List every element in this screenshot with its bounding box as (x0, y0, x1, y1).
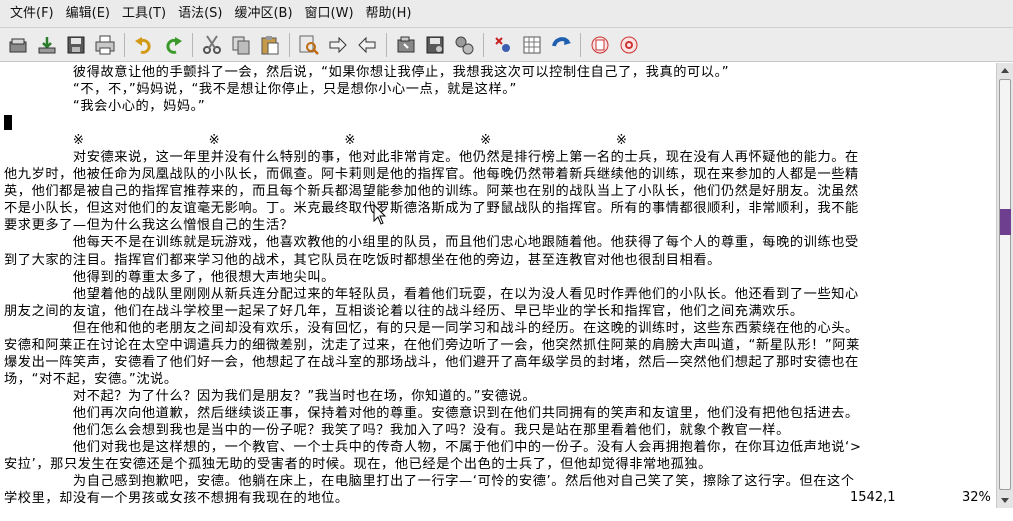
text-line[interactable]: 但在他和他的老朋友之间却没有欢乐，没有回忆，有的只是一同学习和战斗的经历。在这晚… (4, 320, 994, 337)
text-cursor (4, 115, 12, 131)
open-button[interactable] (4, 31, 31, 58)
toolbar-separator (192, 32, 193, 57)
text-line[interactable]: 要求更多了—但为什么我这么憎恨自己的生活？ (4, 217, 994, 234)
shell-button[interactable] (518, 31, 545, 58)
run-script-button[interactable] (450, 31, 477, 58)
scroll-up-icon[interactable] (999, 65, 1011, 77)
toolbar-separator (580, 32, 581, 57)
menu-syntax[interactable]: 语法(S) (172, 0, 228, 28)
text-line[interactable]: 安拉’，那只发生在安德还是个孤独无助的受害者的时候。现在，他已经是个出色的士兵了… (4, 456, 994, 473)
find-next-button[interactable] (324, 31, 351, 58)
mouse-pointer-icon (373, 204, 387, 225)
save-all-button[interactable] (62, 31, 89, 58)
find-next-icon (329, 36, 347, 53)
text-line[interactable]: 对不起？为了什么？因为我们是朋友？”我当时也在场，你知道的。”安德说。 (4, 388, 994, 405)
run-ctags-icon (551, 36, 571, 47)
text-line[interactable]: 他们对我也是这样想的，一个教官、一个士兵中的传奇人物，不属于他们中的一份子。没有… (4, 439, 994, 456)
redo-button[interactable] (159, 31, 186, 58)
run-script-icon (455, 36, 473, 54)
open-icon (9, 38, 26, 52)
menu-edit[interactable]: 编辑(E) (60, 0, 116, 28)
save-button[interactable] (33, 31, 60, 58)
vertical-scrollbar[interactable] (996, 63, 1013, 508)
find-replace-button[interactable] (295, 31, 322, 58)
help-button[interactable] (586, 31, 613, 58)
text-line[interactable]: 彼得故意让他的手颤抖了一会，然后说，“如果你想让我停止，我想我这次可以控制住自己… (4, 64, 994, 81)
scroll-down-icon[interactable] (999, 494, 1011, 506)
toolbar-separator (124, 32, 125, 57)
toolbar-separator (289, 32, 290, 57)
text-line[interactable]: 不是小队长，但这对他们的友谊毫无影响。丁。米克最终取代罗斯德洛斯成为了野鼠战队的… (4, 200, 994, 217)
find-prev-icon (357, 36, 375, 53)
scroll-percent: 32% (962, 490, 991, 505)
load-session-icon (397, 36, 414, 52)
cut-button[interactable] (198, 31, 225, 58)
text-line[interactable]: “不，不，”妈妈说，“我不是想让你停止，只是想你小心一点，就是这样。” (4, 81, 994, 98)
paste-button[interactable] (256, 31, 283, 58)
print-icon (95, 35, 114, 54)
text-line[interactable]: 他望着他的战队里刚刚从新兵连分配过来的年轻队员，看着他们玩耍，在以为没人看见时作… (4, 286, 994, 303)
find-prev-button[interactable] (353, 31, 380, 58)
cut-icon (202, 34, 221, 54)
make-button[interactable] (489, 31, 516, 58)
find-help-icon (620, 36, 637, 53)
text-line[interactable]: 对安德来说，这一年里并没有什么特别的事，他对此非常肯定。他仍然是排行榜上第一名的… (4, 149, 994, 166)
save-session-button[interactable] (421, 31, 448, 58)
make-icon (494, 36, 510, 52)
cursor-position: 1542,1 (850, 490, 896, 505)
toolbar-separator (386, 32, 387, 57)
menu-window[interactable]: 窗口(W) (299, 0, 360, 28)
menu-tools[interactable]: 工具(T) (116, 0, 172, 28)
text-line[interactable]: 他九岁时，他被任命为凤凰战队的小队长，而佩查。阿卡莉则是他的指挥官。他每晚仍然带… (4, 166, 994, 183)
run-ctags-button[interactable] (547, 31, 574, 58)
redo-icon (165, 36, 182, 54)
save-session-icon (426, 36, 443, 53)
text-line[interactable]: 到了大家的注目。指挥官们都来学习他的战术，其它队员在吃饭时都想坐在他的旁边，甚至… (4, 252, 994, 269)
text-line[interactable]: 场，“对不起，安德。”沈说。 (4, 371, 994, 388)
text-editor[interactable]: 彼得故意让他的手颤抖了一会，然后说，“如果你想让我停止，我想我这次可以控制住自己… (0, 63, 996, 521)
find-help-button[interactable] (615, 31, 642, 58)
text-line[interactable]: ※ ※ ※ ※ ※ (4, 132, 994, 149)
text-line[interactable]: 他每天不是在训练就是玩游戏，他喜欢教他的小组里的队员，而且他们忠心地跟随着他。他… (4, 234, 994, 251)
text-line[interactable]: 为自己感到抱歉吧，安德。他躺在床上，在电脑里打出了一行字—‘可怜的安德’。然后他… (4, 473, 994, 490)
text-line[interactable]: 爆发出一阵笑声，安德看了他们好一会，他想起了在战斗室的那场战斗，他们避开了高年级… (4, 354, 994, 371)
text-line[interactable]: 他们怎么会想到我也是当中的一份子呢？我笑了吗？我加入了吗？没有。我只是站在那里看… (4, 422, 994, 439)
text-line[interactable]: “我会小心的，妈妈。” (4, 98, 994, 115)
menu-help[interactable]: 帮助(H) (360, 0, 418, 28)
menu-bar: 文件(F) 编辑(E) 工具(T) 语法(S) 缓冲区(B) 窗口(W) 帮助(H) (0, 0, 1013, 28)
editor-text[interactable]: 彼得故意让他的手颤抖了一会，然后说，“如果你想让我停止，我想我这次可以控制住自己… (4, 64, 994, 507)
status-line: 1542,1 32% (0, 490, 996, 508)
text-line[interactable]: 朋友之间的友谊，他们在战斗学校里一起呆了好几年，互相谈论着以往的战斗经历、早已毕… (4, 303, 994, 320)
paste-icon (261, 35, 278, 54)
undo-icon (134, 36, 151, 54)
scroll-position-marker (1000, 209, 1011, 235)
load-session-button[interactable] (392, 31, 419, 58)
text-line[interactable] (4, 115, 994, 132)
text-line[interactable]: 英，他们都是被自己的指挥官推荐来的，而且每个新兵都渴望能参加他的训练。阿莱也在别… (4, 183, 994, 200)
toolbar-separator (483, 32, 484, 57)
print-button[interactable] (91, 31, 118, 58)
copy-icon (232, 36, 249, 54)
help-icon (591, 36, 608, 53)
scroll-thumb[interactable] (999, 79, 1011, 490)
text-line[interactable]: 安德和阿莱正在讨论在太空中调遣兵力的细微差别，沈走了过来，在他们旁边听了一会，他… (4, 337, 994, 354)
undo-button[interactable] (130, 31, 157, 58)
shell-icon (523, 36, 540, 53)
save-all-icon (67, 36, 84, 53)
toolbar (0, 28, 1013, 62)
copy-button[interactable] (227, 31, 254, 58)
find-replace-icon (299, 35, 319, 55)
text-line[interactable]: 他得到的尊重太多了，他很想大声地尖叫。 (4, 269, 994, 286)
save-icon (38, 36, 55, 53)
menu-buffers[interactable]: 缓冲区(B) (228, 0, 298, 28)
text-line[interactable]: 他们再次向他道歉，然后继续谈正事，保持着对他的尊重。安德意识到在他们共同拥有的笑… (4, 405, 994, 422)
menu-file[interactable]: 文件(F) (4, 0, 60, 28)
